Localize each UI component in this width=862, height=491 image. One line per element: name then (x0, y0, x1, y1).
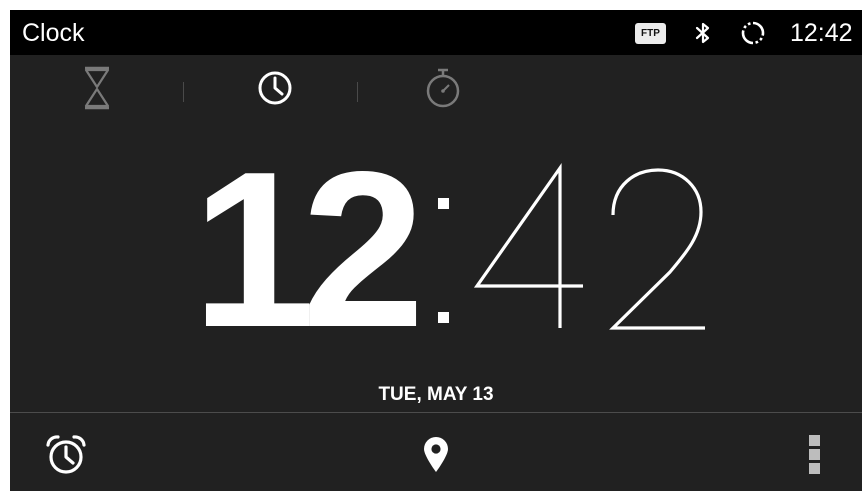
alarm-button[interactable] (38, 427, 94, 483)
clock-app-screen: Clock FTP 12:42 12 42 TUE, MAY 13 (10, 10, 862, 491)
clock-hours: 12 (192, 126, 425, 374)
tab-divider (183, 82, 184, 102)
location-pin-icon (424, 437, 448, 472)
svg-text:42: 42 (589, 329, 591, 331)
tab-bar (10, 55, 862, 130)
digital-clock[interactable]: 12 : 42 (10, 126, 862, 374)
location-button[interactable] (408, 427, 464, 483)
stopwatch-icon (426, 68, 460, 108)
tab-clock[interactable] (248, 61, 302, 115)
clock-colon: : (438, 198, 449, 323)
hourglass-icon (84, 66, 110, 110)
date-label: TUE, MAY 13 (378, 384, 494, 405)
bottom-action-bar (10, 412, 862, 491)
status-bar: Clock FTP 12:42 (10, 10, 862, 55)
alarm-icon (46, 435, 86, 474)
tab-stopwatch[interactable] (416, 61, 470, 115)
bluetooth-icon (695, 22, 710, 44)
tab-timer[interactable] (70, 61, 124, 115)
sync-icon (741, 21, 765, 45)
clock-minutes: 42 (473, 162, 705, 331)
status-time: 12:42 (790, 19, 853, 47)
ftp-badge: FTP (635, 23, 666, 44)
app-title: Clock (22, 19, 85, 47)
overflow-menu-icon (809, 435, 820, 474)
overflow-menu-button[interactable] (787, 427, 843, 483)
tab-divider (357, 82, 358, 102)
clock-icon (258, 71, 292, 105)
